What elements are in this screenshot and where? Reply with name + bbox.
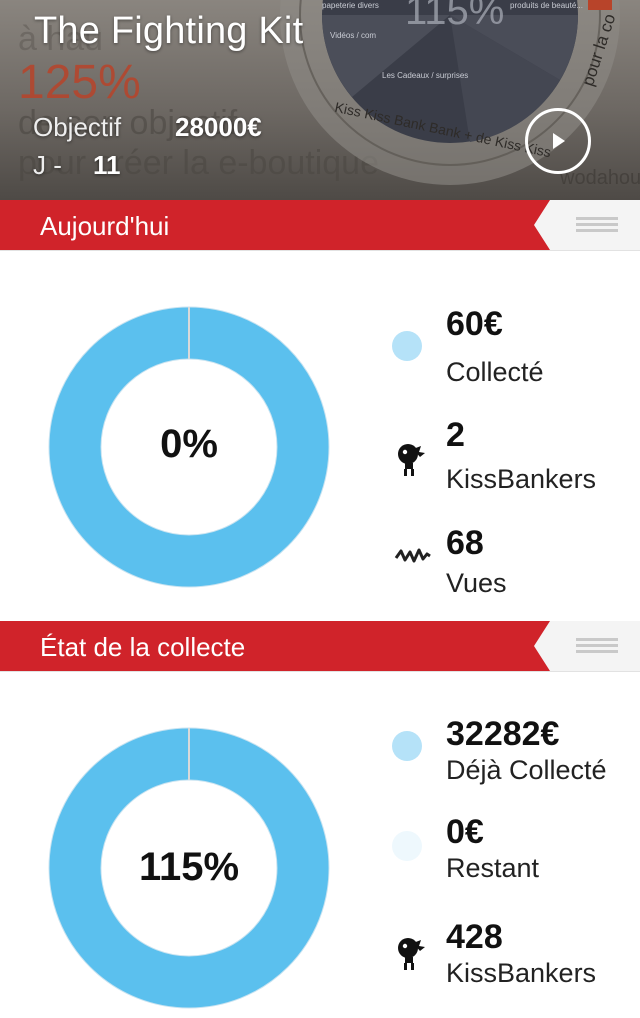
stat-kissbankers-today: 2 KissBankers: [392, 416, 640, 516]
svg-text:125%: 125%: [18, 56, 141, 109]
donut-chart-state: 115%: [48, 727, 330, 1009]
play-video-button[interactable]: [525, 108, 591, 174]
stat-label: Collecté: [446, 357, 544, 387]
goal-label: Objectif: [33, 112, 122, 142]
kissbanker-icon: [398, 938, 425, 970]
svg-text:115%: 115%: [405, 0, 504, 33]
donut-percent-today: 0%: [160, 422, 218, 466]
blue-dot-icon: [392, 331, 422, 361]
donut-chart-today: 0%: [48, 306, 330, 588]
project-header: à hau 125% de son objectif pour créer la…: [0, 0, 640, 200]
stat-value: 60€: [446, 305, 503, 343]
section-header-today[interactable]: Aujourd'hui: [0, 200, 640, 251]
stat-label: Déjà Collecté: [446, 755, 607, 785]
days-left-label: J -: [33, 150, 62, 180]
section-header-state[interactable]: État de la collecte: [0, 621, 640, 672]
play-icon: [553, 133, 565, 149]
stat-value: 0€: [446, 813, 484, 851]
stat-label: Restant: [446, 853, 540, 883]
stat-collected-total: 32282€ Déjà Collecté: [392, 715, 640, 815]
svg-text:Vidéos / com: Vidéos / com: [330, 31, 376, 40]
svg-text:pour créer la e-boutique: pour créer la e-boutique: [18, 144, 379, 182]
drag-handle-icon[interactable]: [576, 217, 618, 233]
blue-dot-icon: [392, 731, 422, 761]
stat-label: KissBankers: [446, 464, 597, 494]
project-title: The Fighting Kit: [34, 10, 304, 52]
stat-remaining: 0€ Restant: [392, 813, 640, 913]
stat-value: 428: [446, 918, 503, 956]
stat-collected-today: 60€ Collecté: [392, 305, 640, 405]
kissbanker-icon: [398, 444, 425, 476]
svg-text:Les Cadeaux / surprises: Les Cadeaux / surprises: [382, 71, 468, 80]
days-left-value: 11: [93, 150, 121, 180]
stat-label: Vues: [446, 568, 507, 598]
svg-text:papeterie divers: papeterie divers: [322, 1, 379, 10]
svg-text:produits de beauté...: produits de beauté...: [510, 1, 583, 10]
drag-handle-icon[interactable]: [576, 638, 618, 654]
pale-dot-icon: [392, 831, 422, 861]
stat-value: 32282€: [446, 715, 560, 753]
stat-value: 2: [446, 416, 465, 454]
stat-value: 68: [446, 524, 484, 562]
donut-percent-state: 115%: [138, 845, 240, 889]
activity-wave-icon: [394, 548, 431, 563]
goal-value: 28000€: [175, 112, 262, 142]
section-title-today: Aujourd'hui: [40, 211, 170, 241]
section-title-state: État de la collecte: [40, 632, 246, 662]
stat-views-today: 68 Vues: [392, 524, 640, 624]
stat-kissbankers-total: 428 KissBankers: [392, 918, 640, 1018]
